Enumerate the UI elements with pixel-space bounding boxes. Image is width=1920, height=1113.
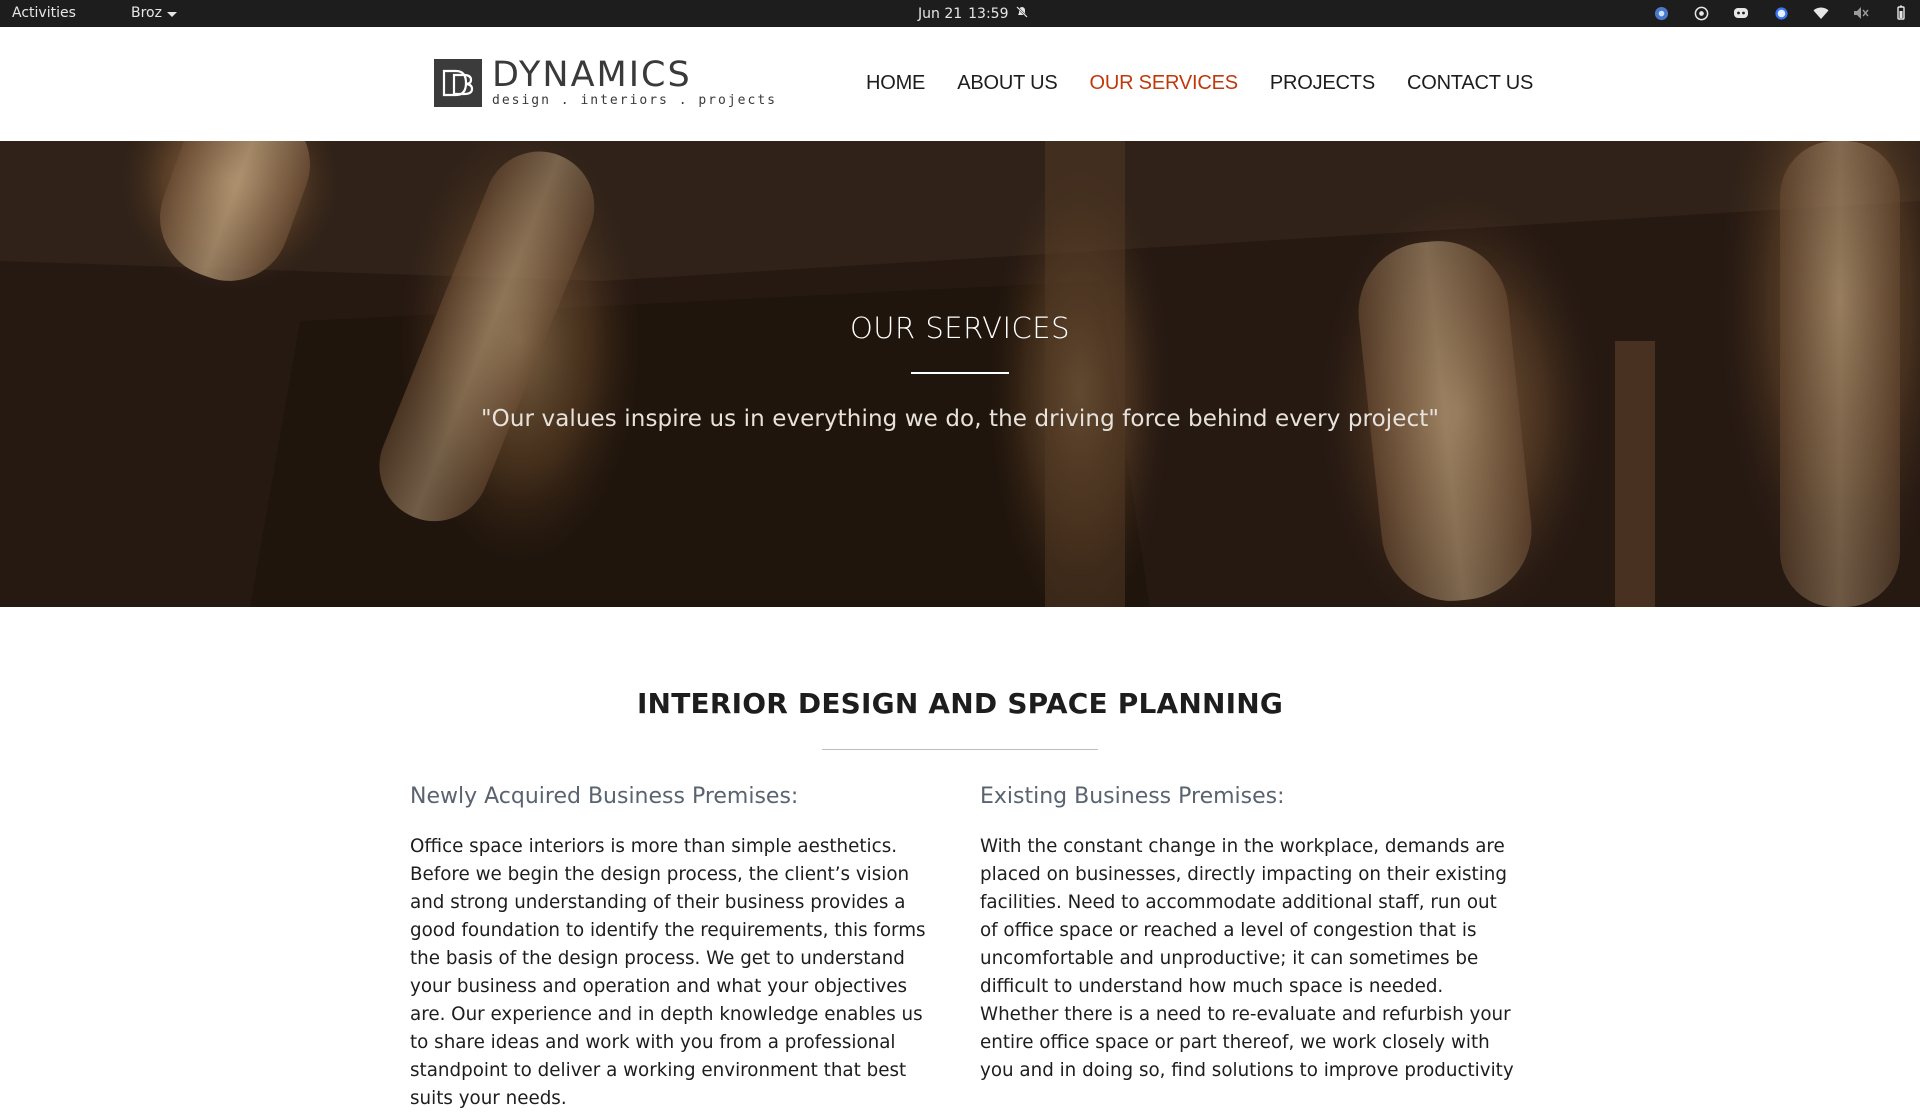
hero-divider xyxy=(911,372,1009,374)
hero-title: OUR SERVICES xyxy=(849,311,1071,345)
notifications-muted-icon xyxy=(1015,5,1029,23)
service-column-existing-premises: Existing Business Premises: With the con… xyxy=(980,784,1515,1085)
hero-overlay xyxy=(0,141,1920,607)
section-divider xyxy=(822,749,1098,750)
service-column-new-premises: Newly Acquired Business Premises: Office… xyxy=(410,784,940,1113)
app-menu-label: Broz xyxy=(131,5,162,21)
column-heading: Newly Acquired Business Premises: xyxy=(410,784,799,809)
site-header: DYNAMICS design . interiors . projects H… xyxy=(0,27,1920,141)
system-tray xyxy=(1652,4,1910,22)
discord-icon[interactable] xyxy=(1732,4,1750,22)
hero-banner: OUR SERVICES "Our values inspire us in e… xyxy=(0,141,1920,607)
logo-tagline: design . interiors . projects xyxy=(492,93,777,108)
chevron-down-icon xyxy=(166,11,177,17)
logo-brand: DYNAMICS xyxy=(492,55,692,95)
main-nav: HOME ABOUT US OUR SERVICES PROJECTS CONT… xyxy=(866,72,1533,95)
clock[interactable]: Jun 21 13:59 xyxy=(918,5,1029,23)
section-title: INTERIOR DESIGN AND SPACE PLANNING xyxy=(636,687,1284,720)
nav-home[interactable]: HOME xyxy=(866,72,925,95)
nav-about-us[interactable]: ABOUT US xyxy=(957,72,1057,95)
column-body: With the constant change in the workplac… xyxy=(980,836,1514,1081)
volume-muted-icon[interactable] xyxy=(1852,4,1870,22)
clock-time: 13:59 xyxy=(968,6,1009,22)
hero-quote: "Our values inspire us in everything we … xyxy=(480,406,1440,432)
nav-contact-us[interactable]: CONTACT US xyxy=(1407,72,1533,95)
column-heading: Existing Business Premises: xyxy=(980,784,1285,809)
chrome-icon[interactable] xyxy=(1652,4,1670,22)
wifi-icon[interactable] xyxy=(1812,4,1830,22)
system-top-bar: Activities Broz Jun 21 13:59 xyxy=(0,0,1920,27)
nav-our-services[interactable]: OUR SERVICES xyxy=(1089,72,1238,95)
obs-icon[interactable] xyxy=(1692,4,1710,22)
nav-projects[interactable]: PROJECTS xyxy=(1270,72,1375,95)
app-menu[interactable]: Broz xyxy=(131,5,177,21)
signal-icon[interactable] xyxy=(1772,4,1790,22)
logo-mark-icon xyxy=(434,59,482,107)
column-body: Office space interiors is more than simp… xyxy=(410,836,926,1109)
battery-icon[interactable] xyxy=(1892,4,1910,22)
activities-button[interactable]: Activities xyxy=(12,5,76,21)
site-logo[interactable]: DYNAMICS design . interiors . projects xyxy=(434,57,777,109)
clock-date: Jun 21 xyxy=(918,6,963,22)
